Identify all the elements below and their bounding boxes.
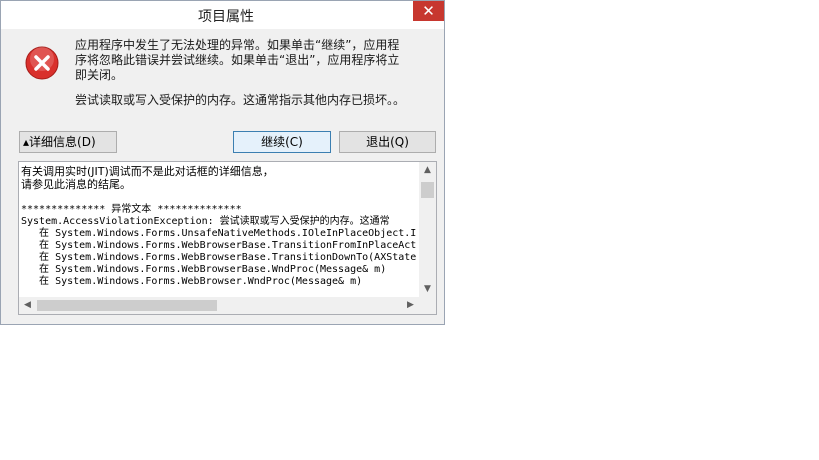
error-icon	[25, 46, 59, 80]
stack-line: 在 System.Windows.Forms.UnsafeNativeMetho…	[21, 228, 417, 239]
details-text: 有关调用实时(JIT)调试而不是此对话框的详细信息， 请参见此消息的结尾。 ***…	[21, 165, 417, 293]
quit-button[interactable]: 退出(Q)	[339, 131, 436, 153]
error-dialog: 项目属性 ✕ 应用程序中发生了无法处理的异常。如果单击“继续”，应用程 序将忽略…	[0, 0, 445, 325]
close-button[interactable]: ✕	[413, 1, 444, 21]
vertical-scroll-thumb[interactable]	[421, 182, 434, 198]
horizontal-scrollbar[interactable]: ◀ ▶	[19, 297, 419, 314]
error-detail-message: 尝试读取或写入受保护的内存。这通常指示其他内存已损坏。。	[75, 93, 406, 107]
stack-line: 在 System.Windows.Forms.WebBrowserBase.Tr…	[21, 240, 417, 251]
scrollbar-corner	[419, 297, 436, 314]
details-intro-line: 请参见此消息的结尾。	[21, 178, 131, 191]
horizontal-scroll-thumb[interactable]	[37, 300, 217, 311]
error-message: 应用程序中发生了无法处理的异常。如果单击“继续”，应用程 序将忽略此错误并尝试继…	[75, 38, 420, 83]
message-line: 即关闭。	[75, 68, 124, 82]
message-line: 序将忽略此错误并尝试继续。如果单击“退出”，应用程序将立	[75, 53, 400, 67]
scroll-up-icon[interactable]: ▲	[419, 165, 436, 175]
details-intro-line: 有关调用实时(JIT)调试而不是此对话框的详细信息，	[21, 165, 274, 178]
scroll-down-icon[interactable]: ▼	[419, 284, 436, 294]
vertical-scrollbar[interactable]: ▲ ▼	[419, 162, 436, 297]
scroll-right-icon[interactable]: ▶	[402, 300, 419, 310]
message-line: 应用程序中发生了无法处理的异常。如果单击“继续”，应用程	[75, 38, 400, 52]
scroll-left-icon[interactable]: ◀	[19, 300, 36, 310]
exception-header: ************** 异常文本 **************	[21, 204, 242, 215]
dialog-title: 项目属性	[198, 9, 254, 25]
title-bar[interactable]: 项目属性 ✕	[1, 1, 444, 29]
stack-line: 在 System.Windows.Forms.WebBrowser.WndPro…	[21, 276, 363, 287]
details-button[interactable]: ▴详细信息(D)	[19, 131, 117, 153]
continue-button[interactable]: 继续(C)	[233, 131, 331, 153]
details-textbox[interactable]: 有关调用实时(JIT)调试而不是此对话框的详细信息， 请参见此消息的结尾。 ***…	[18, 161, 437, 315]
stack-line: 在 System.Windows.Forms.WebBrowserBase.Wn…	[21, 264, 387, 275]
exception-line: System.AccessViolationException: 尝试读取或写入…	[21, 216, 390, 227]
stack-line: 在 System.Windows.Forms.WebBrowserBase.Tr…	[21, 252, 417, 263]
